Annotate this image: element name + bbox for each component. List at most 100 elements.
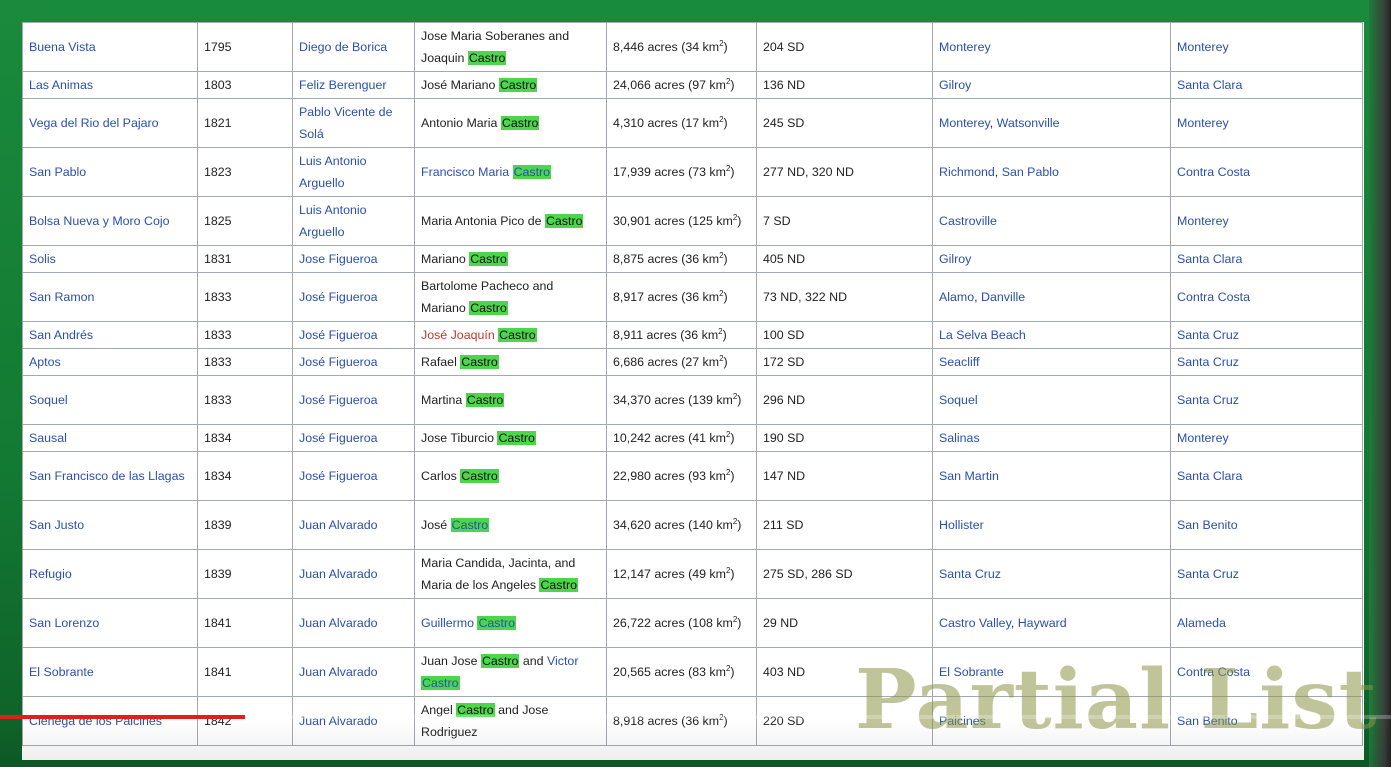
city-link[interactable]: Santa Cruz <box>939 567 1001 581</box>
rancho-name-link[interactable]: Aptos <box>22 348 198 376</box>
rancho-name-link[interactable]: San Lorenzo <box>22 598 198 648</box>
grantor-link[interactable]: Juan Alvarado <box>292 549 415 599</box>
present-city-cell: Monterey, Watsonville <box>932 98 1171 148</box>
city-link[interactable]: Monterey <box>939 40 991 54</box>
rancho-name-link[interactable]: San Francisco de las Llagas <box>22 451 198 501</box>
county-link[interactable]: Santa Cruz <box>1170 348 1363 376</box>
county-link[interactable]: Alameda <box>1170 598 1363 648</box>
reference-cell: 73 ND, 322 ND <box>756 272 933 322</box>
city-link[interactable]: San Pablo <box>1002 165 1059 179</box>
rancho-name-link[interactable]: San Pablo <box>22 147 198 197</box>
city-link[interactable]: Monterey <box>939 116 990 130</box>
city-link[interactable]: Watsonville <box>997 116 1060 130</box>
reference-cell: 7 SD <box>756 196 933 246</box>
grantor-link[interactable]: Jose Figueroa <box>292 245 415 273</box>
grantee-link[interactable]: Francisco Maria <box>421 165 513 179</box>
grantor-link[interactable]: Pablo Vicente de Solá <box>292 98 415 148</box>
county-link[interactable]: Monterey <box>1170 196 1363 246</box>
video-progress-bar[interactable] <box>0 715 1391 719</box>
grantee-text: Carlos <box>421 469 461 483</box>
rancho-name-link[interactable]: Bolsa Nueva y Moro Cojo <box>22 196 198 246</box>
video-progress-fill <box>0 715 245 719</box>
grantor-link[interactable]: Feliz Berenguer <box>292 71 415 99</box>
grantor-link[interactable]: Juan Alvarado <box>292 598 415 648</box>
area-value: 22,980 acres (93 km <box>613 469 726 483</box>
county-link[interactable]: Contra Costa <box>1170 272 1363 322</box>
county-link[interactable]: San Benito <box>1170 500 1363 550</box>
reference-cell: 211 SD <box>756 500 933 550</box>
county-link[interactable]: Santa Clara <box>1170 451 1363 501</box>
county-link[interactable]: Monterey <box>1170 22 1363 72</box>
reference-cell: 29 ND <box>756 598 933 648</box>
area-cell: 34,370 acres (139 km2) <box>606 375 757 425</box>
search-highlight[interactable]: Castro <box>421 676 460 690</box>
area-value: 6,686 acres (27 km <box>613 355 720 369</box>
present-city-cell: Gilroy <box>932 71 1171 99</box>
grantee-cell: Jose Tiburcio Castro <box>414 424 607 452</box>
county-link[interactable]: Santa Cruz <box>1170 549 1363 599</box>
grantor-link[interactable]: Luis Antonio Arguello <box>292 196 415 246</box>
area-cell: 8,446 acres (34 km2) <box>606 22 757 72</box>
table-row: Solis 1831 Jose Figueroa Mariano Castro 8,87… <box>22 245 1363 273</box>
grantee-text: and <box>519 654 547 668</box>
county-link[interactable]: Santa Cruz <box>1170 321 1363 349</box>
grantor-link[interactable]: José Figueroa <box>292 348 415 376</box>
city-link[interactable]: Gilroy <box>939 252 971 266</box>
grantor-link[interactable]: José Figueroa <box>292 321 415 349</box>
city-link[interactable]: Hayward <box>1018 616 1067 630</box>
city-link[interactable]: Danville <box>981 290 1025 304</box>
present-city-cell: Gilroy <box>932 245 1171 273</box>
grant-year-cell: 1833 <box>197 348 293 376</box>
rancho-name-link[interactable]: Soquel <box>22 375 198 425</box>
search-highlight[interactable]: Castro <box>477 616 516 630</box>
county-link[interactable]: Monterey <box>1170 424 1363 452</box>
present-city-cell: San Martin <box>932 451 1171 501</box>
county-link[interactable]: Contra Costa <box>1170 147 1363 197</box>
city-link[interactable]: Gilroy <box>939 78 971 92</box>
table-row: Refugio 1839 Juan Alvarado Maria Candida, J… <box>22 549 1363 599</box>
area-cell: 24,066 acres (97 km2) <box>606 71 757 99</box>
county-link[interactable]: Santa Clara <box>1170 71 1363 99</box>
city-link[interactable]: Seacliff <box>939 355 979 369</box>
rancho-name-link[interactable]: Refugio <box>22 549 198 599</box>
grantor-link[interactable]: Diego de Borica <box>292 22 415 72</box>
grantee-cell: Mariano Castro <box>414 245 607 273</box>
grantor-link[interactable]: Juan Alvarado <box>292 500 415 550</box>
city-link[interactable]: Castroville <box>939 214 997 228</box>
grant-year-cell: 1823 <box>197 147 293 197</box>
county-link[interactable]: Monterey <box>1170 98 1363 148</box>
grant-year-cell: 1833 <box>197 375 293 425</box>
county-link[interactable]: Santa Cruz <box>1170 375 1363 425</box>
rancho-name-link[interactable]: El Sobrante <box>22 647 198 697</box>
rancho-name-link[interactable]: San Justo <box>22 500 198 550</box>
grantor-link[interactable]: José Figueroa <box>292 451 415 501</box>
city-link[interactable]: Soquel <box>939 393 978 407</box>
grantor-link[interactable]: José Figueroa <box>292 424 415 452</box>
city-link[interactable]: Richmond <box>939 165 995 179</box>
rancho-name-link[interactable]: San Andrés <box>22 321 198 349</box>
city-link[interactable]: La Selva Beach <box>939 328 1026 342</box>
rancho-name-link[interactable]: Las Animas <box>22 71 198 99</box>
county-link[interactable]: Santa Clara <box>1170 245 1363 273</box>
city-link[interactable]: Salinas <box>939 431 980 445</box>
grantee-link[interactable]: Guillermo <box>421 616 477 630</box>
area-value: 10,242 acres (41 km <box>613 431 726 445</box>
city-link[interactable]: Hollister <box>939 518 984 532</box>
grantee-link[interactable]: Victor <box>547 654 578 668</box>
table-row: Soquel 1833 José Figueroa Martina Castro 34,… <box>22 375 1363 425</box>
grantor-link[interactable]: José Figueroa <box>292 375 415 425</box>
city-link[interactable]: San Martin <box>939 469 999 483</box>
rancho-name-link[interactable]: Vega del Rio del Pajaro <box>22 98 198 148</box>
city-link[interactable]: Alamo <box>939 290 974 304</box>
city-link[interactable]: Castro Valley <box>939 616 1011 630</box>
grantor-link[interactable]: José Figueroa <box>292 272 415 322</box>
grantor-link[interactable]: Luis Antonio Arguello <box>292 147 415 197</box>
rancho-name-link[interactable]: San Ramon <box>22 272 198 322</box>
rancho-name-link[interactable]: Solis <box>22 245 198 273</box>
rancho-name-link[interactable]: Buena Vista <box>22 22 198 72</box>
search-highlight[interactable]: Castro <box>512 165 552 179</box>
search-highlight[interactable]: Castro <box>450 518 490 532</box>
grantor-link[interactable]: Juan Alvarado <box>292 647 415 697</box>
reference-cell: 172 SD <box>756 348 933 376</box>
rancho-name-link[interactable]: Sausal <box>22 424 198 452</box>
